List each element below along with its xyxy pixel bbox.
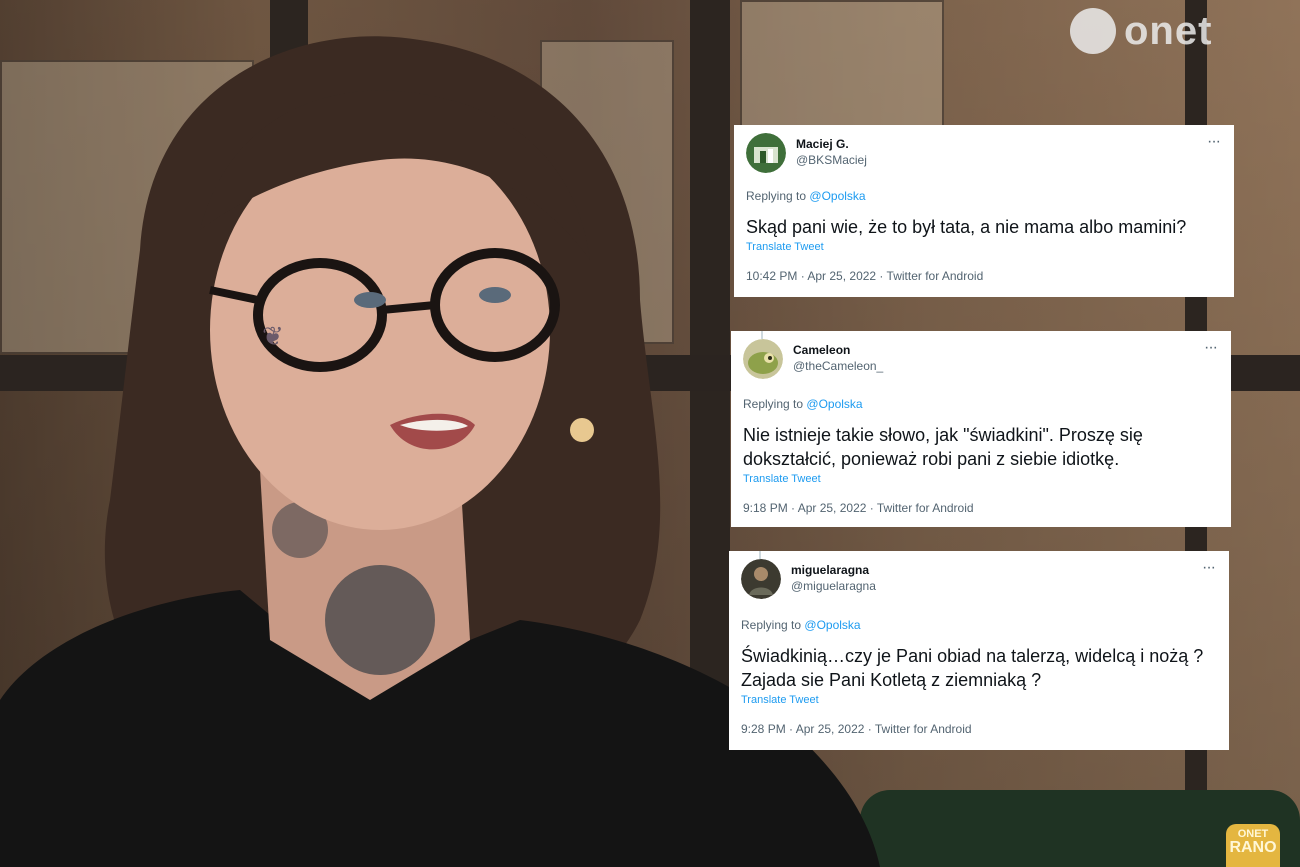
display-name[interactable]: miguelaragna xyxy=(791,563,876,578)
replying-label: Replying to xyxy=(746,189,807,203)
user-handle[interactable]: @BKSMaciej xyxy=(796,152,867,168)
tweet-card[interactable]: miguelaragna @miguelaragna ··· Replying … xyxy=(729,551,1229,750)
user-handle[interactable]: @miguelaragna xyxy=(791,578,876,594)
mention-link[interactable]: @Opolska xyxy=(806,397,862,411)
neck-tattoo xyxy=(325,565,435,675)
tweet-meta[interactable]: 9:18 PM · Apr 25, 2022 · Twitter for And… xyxy=(743,501,974,515)
headset-microphone xyxy=(570,418,594,442)
onet-logo-circle xyxy=(1070,8,1116,54)
more-options-icon[interactable]: ··· xyxy=(1207,134,1221,150)
photo-collage: ❦ onet ONET RANO Maciej G. @BKSMaciej ··… xyxy=(0,0,1300,867)
tweet-text: Skąd pani wie, że to był tata, a nie mam… xyxy=(746,217,1187,237)
user-avatar[interactable] xyxy=(741,559,781,599)
tweet-card[interactable]: Cameleon @theCameleon_ ··· Replying to @… xyxy=(731,331,1231,527)
tweet-header: Cameleon @theCameleon_ xyxy=(743,339,883,379)
more-options-icon[interactable]: ··· xyxy=(1202,560,1216,576)
translate-tweet-link[interactable]: Translate Tweet xyxy=(741,694,819,706)
tweet-card[interactable]: Maciej G. @BKSMaciej ··· Replying to @Op… xyxy=(734,125,1234,297)
mention-link[interactable]: @Opolska xyxy=(809,189,865,203)
mention-link[interactable]: @Opolska xyxy=(804,618,860,632)
user-handle[interactable]: @theCameleon_ xyxy=(793,358,883,374)
user-avatar[interactable] xyxy=(746,133,786,173)
tweet-text: Nie istnieje takie słowo, jak "świadkini… xyxy=(743,425,1143,469)
thread-line xyxy=(759,551,761,559)
display-name[interactable]: Maciej G. xyxy=(796,137,867,152)
user-avatar[interactable] xyxy=(743,339,783,379)
replying-to: Replying to @Opolska xyxy=(746,189,866,203)
face-tattoo: ❦ xyxy=(262,322,284,352)
translate-tweet-link[interactable]: Translate Tweet xyxy=(743,473,821,485)
replying-label: Replying to xyxy=(741,618,802,632)
tweet-text: Świadkinią…czy je Pani obiad na talerzą,… xyxy=(741,646,1204,690)
thread-line xyxy=(761,331,763,339)
onet-logo-text: onet xyxy=(1124,8,1213,53)
eye xyxy=(354,292,386,308)
display-name[interactable]: Cameleon xyxy=(793,343,883,358)
glasses-bridge xyxy=(381,301,436,314)
onet-logo: onet xyxy=(1070,8,1212,54)
tweet-meta[interactable]: 10:42 PM · Apr 25, 2022 · Twitter for An… xyxy=(746,269,983,283)
onet-rano-logo: ONET RANO xyxy=(1226,824,1280,867)
translate-tweet-link[interactable]: Translate Tweet xyxy=(746,241,824,253)
replying-to: Replying to @Opolska xyxy=(741,618,861,632)
onet-rano-logo-bottom: RANO xyxy=(1229,839,1277,856)
tweet-header: miguelaragna @miguelaragna xyxy=(741,559,876,599)
tweet-meta[interactable]: 9:28 PM · Apr 25, 2022 · Twitter for And… xyxy=(741,722,972,736)
replying-to: Replying to @Opolska xyxy=(743,397,863,411)
eye xyxy=(479,287,511,303)
tweet-header: Maciej G. @BKSMaciej xyxy=(746,133,867,173)
more-options-icon[interactable]: ··· xyxy=(1204,340,1218,356)
replying-label: Replying to xyxy=(743,397,804,411)
